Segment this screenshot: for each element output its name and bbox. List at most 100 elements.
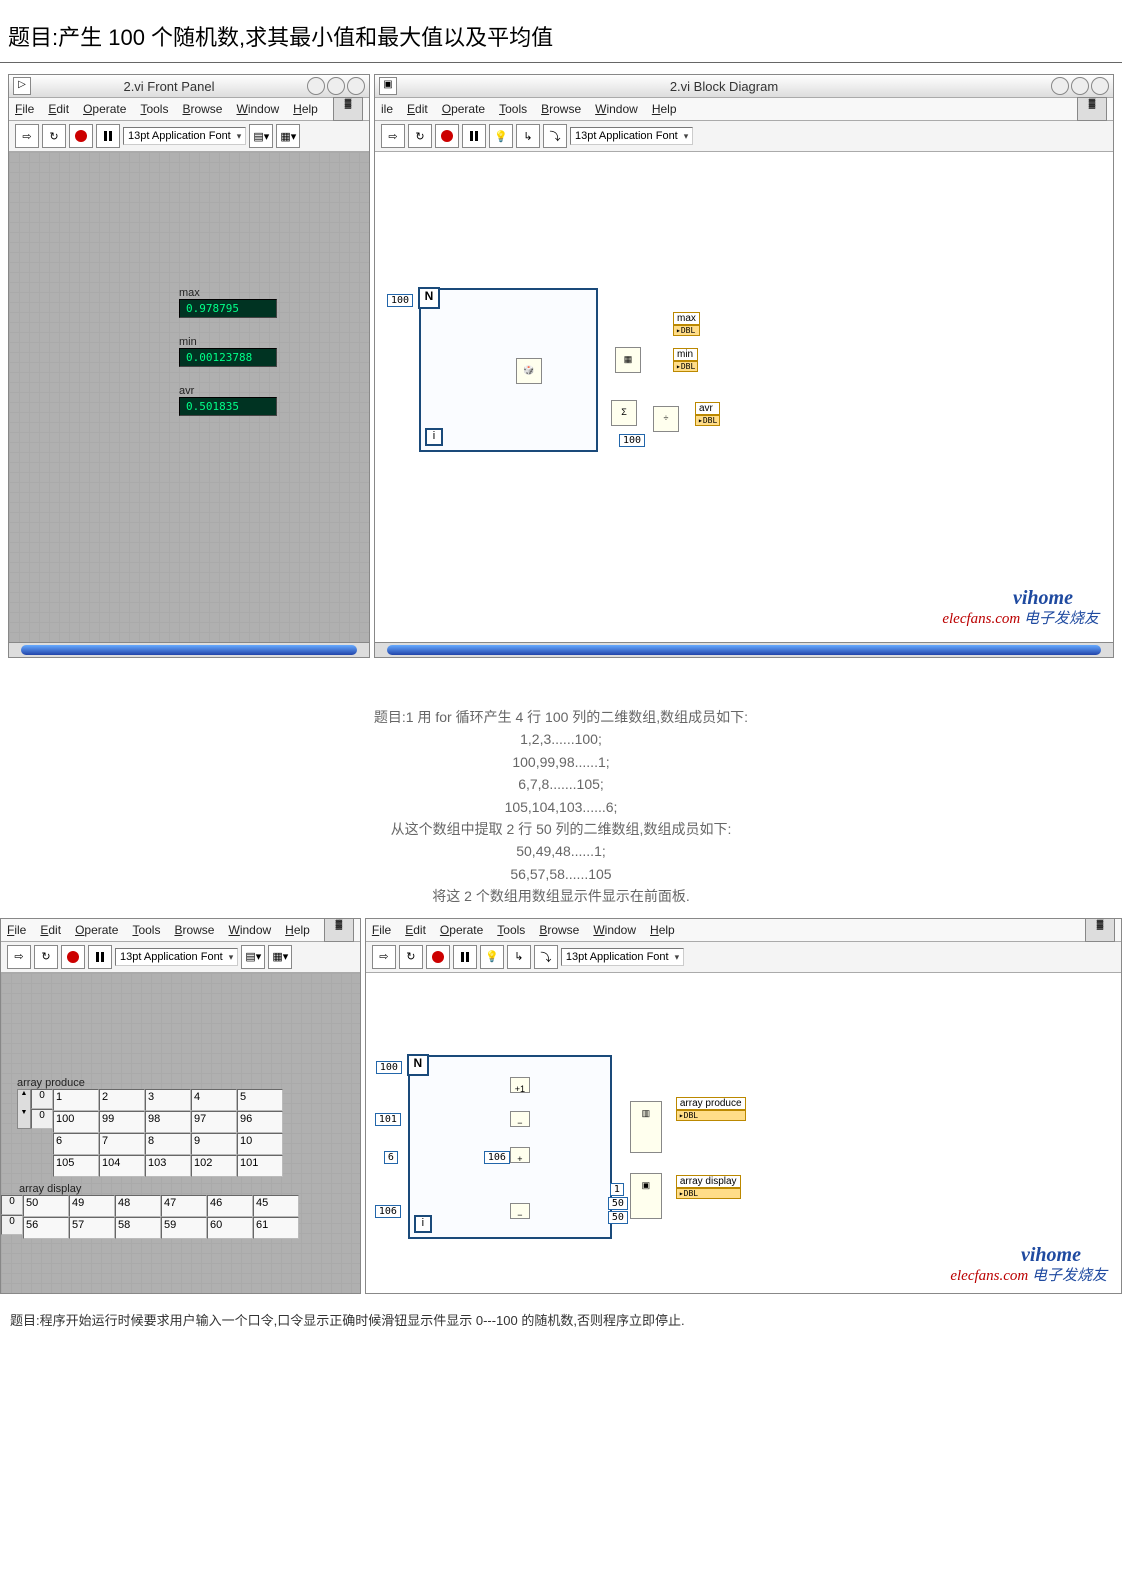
sub-node2[interactable]: − [510, 1203, 530, 1219]
vi-icon[interactable]: ▓ [324, 918, 354, 942]
step-button[interactable]: ⤵ [543, 124, 567, 148]
menu-window[interactable]: Window [593, 923, 636, 937]
fp2-canvas[interactable]: array produce ▲▼ 0 0 1234510099989796678… [1, 973, 360, 1293]
font-dropdown[interactable]: 13pt Application Font [561, 948, 684, 966]
menu-edit[interactable]: Edit [48, 102, 69, 116]
menu-tools[interactable]: Tools [499, 102, 527, 116]
retain-button[interactable]: ↳ [516, 124, 540, 148]
pause-button[interactable] [462, 124, 486, 148]
menu-file[interactable]: File [15, 102, 34, 116]
menu-file[interactable]: File [7, 923, 26, 937]
const-100[interactable]: 100 [387, 294, 413, 307]
menu-window[interactable]: Window [595, 102, 638, 116]
run-button[interactable]: ⇨ [381, 124, 405, 148]
menu-operate[interactable]: Operate [442, 102, 485, 116]
arr2-idx1[interactable]: 0 [1, 1215, 23, 1235]
divide-node[interactable]: ÷ [653, 406, 679, 432]
min-button[interactable] [1051, 77, 1069, 95]
menu-operate[interactable]: Operate [75, 923, 118, 937]
arr-display-terminal[interactable]: array display [676, 1175, 741, 1188]
close-button[interactable] [347, 77, 365, 95]
dist-button[interactable]: ▦▾ [276, 124, 300, 148]
const-101[interactable]: 101 [375, 1113, 401, 1126]
const-100[interactable]: 100 [376, 1061, 402, 1074]
fp-canvas[interactable]: max 0.978795 min 0.00123788 avr 0.501835 [9, 152, 369, 642]
dist-button[interactable]: ▦▾ [268, 945, 292, 969]
bd2-canvas[interactable]: 100 N i +1 101 − 6 106 + 106 − ▥ [366, 973, 1121, 1293]
font-dropdown[interactable]: 13pt Application Font [570, 127, 693, 145]
align-button[interactable]: ▤▾ [249, 124, 273, 148]
menu-browse[interactable]: Browse [541, 102, 581, 116]
arr2-idx0[interactable]: 0 [1, 1195, 23, 1215]
menu-tools[interactable]: Tools [132, 923, 160, 937]
min-button[interactable] [307, 77, 325, 95]
align-button[interactable]: ▤▾ [241, 945, 265, 969]
const-50c[interactable]: 50 [608, 1211, 628, 1224]
subset-node[interactable]: ▣ [630, 1173, 662, 1219]
const-50b[interactable]: 50 [608, 1197, 628, 1210]
pause-button[interactable] [453, 945, 477, 969]
fp-hscroll[interactable] [9, 642, 369, 657]
run-button[interactable]: ⇨ [15, 124, 39, 148]
menu-browse[interactable]: Browse [182, 102, 222, 116]
menu-tools[interactable]: Tools [497, 923, 525, 937]
menu-help[interactable]: Help [650, 923, 675, 937]
const-100-b[interactable]: 100 [619, 434, 645, 447]
step-button[interactable]: ⤵ [534, 945, 558, 969]
for-loop[interactable]: N i 🎲 [419, 288, 598, 452]
menu-window[interactable]: Window [228, 923, 271, 937]
const-6[interactable]: 106 [484, 1151, 510, 1164]
vi-icon[interactable]: ▓ [1077, 97, 1107, 121]
run-cont-button[interactable]: ↻ [42, 124, 66, 148]
sub-node[interactable]: − [510, 1111, 530, 1127]
font-dropdown[interactable]: 13pt Application Font [123, 127, 246, 145]
menu-tools[interactable]: Tools [140, 102, 168, 116]
arr-produce-terminal[interactable]: array produce [676, 1097, 746, 1110]
highlight-button[interactable]: 💡 [489, 124, 513, 148]
menu-edit[interactable]: Edit [40, 923, 61, 937]
sum-node[interactable]: Σ [611, 400, 637, 426]
run-button[interactable]: ⇨ [7, 945, 31, 969]
abort-button[interactable] [61, 945, 85, 969]
min-terminal[interactable]: min [673, 348, 698, 361]
arr1-idx1[interactable]: 0 [31, 1109, 53, 1129]
maxmin-node[interactable]: ▦ [615, 347, 641, 373]
font-dropdown[interactable]: 13pt Application Font [115, 948, 238, 966]
run-cont-button[interactable]: ↻ [399, 945, 423, 969]
const-1[interactable]: 6 [384, 1151, 398, 1164]
inc-node[interactable]: +1 [510, 1077, 530, 1093]
close-button[interactable] [1091, 77, 1109, 95]
abort-button[interactable] [426, 945, 450, 969]
menu-help[interactable]: Help [652, 102, 677, 116]
menu-help[interactable]: Help [293, 102, 318, 116]
max-button[interactable] [1071, 77, 1089, 95]
menu-operate[interactable]: Operate [83, 102, 126, 116]
add-node[interactable]: + [510, 1147, 530, 1163]
menu-edit[interactable]: Edit [407, 102, 428, 116]
max-button[interactable] [327, 77, 345, 95]
for-loop-2[interactable]: N i +1 101 − 6 106 + 106 − [408, 1055, 612, 1239]
max-terminal[interactable]: max [673, 312, 700, 325]
abort-button[interactable] [435, 124, 459, 148]
bd-hscroll[interactable] [375, 642, 1113, 657]
pause-button[interactable] [96, 124, 120, 148]
menu-edit[interactable]: Edit [405, 923, 426, 937]
menu-browse[interactable]: Browse [539, 923, 579, 937]
bd-canvas[interactable]: 100 N i 🎲 ▦ Σ ÷ 100 max ▸DBL min ▸DBL [375, 152, 1113, 642]
vi-icon[interactable]: ▓ [333, 97, 363, 121]
menu-operate[interactable]: Operate [440, 923, 483, 937]
menu-help[interactable]: Help [285, 923, 310, 937]
const-106[interactable]: 106 [375, 1205, 401, 1218]
menu-browse[interactable]: Browse [174, 923, 214, 937]
run-cont-button[interactable]: ↻ [34, 945, 58, 969]
menu-window[interactable]: Window [236, 102, 279, 116]
menu-file[interactable]: ile [381, 102, 393, 116]
abort-button[interactable] [69, 124, 93, 148]
retain-button[interactable]: ↳ [507, 945, 531, 969]
arr1-idx0[interactable]: 0 [31, 1089, 53, 1109]
run-button[interactable]: ⇨ [372, 945, 396, 969]
avr-terminal[interactable]: avr [695, 402, 720, 415]
build-array-node[interactable]: ▥ [630, 1101, 662, 1153]
random-node[interactable]: 🎲 [516, 358, 542, 384]
run-cont-button[interactable]: ↻ [408, 124, 432, 148]
